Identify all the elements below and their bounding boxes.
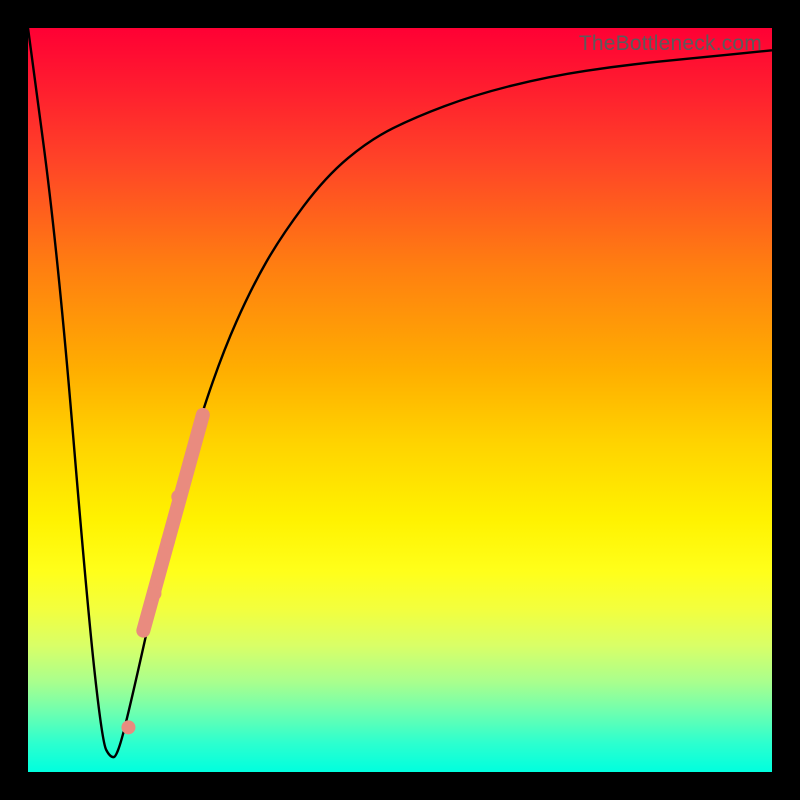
marker-dot [121, 720, 135, 734]
plot-area: TheBottleneck.com [28, 28, 772, 772]
main-curve [28, 28, 772, 757]
curve-layer [28, 28, 772, 772]
marker-dot [161, 534, 175, 548]
marker-dot [147, 586, 161, 600]
marker-dot [171, 490, 185, 504]
chart-frame: TheBottleneck.com [0, 0, 800, 800]
